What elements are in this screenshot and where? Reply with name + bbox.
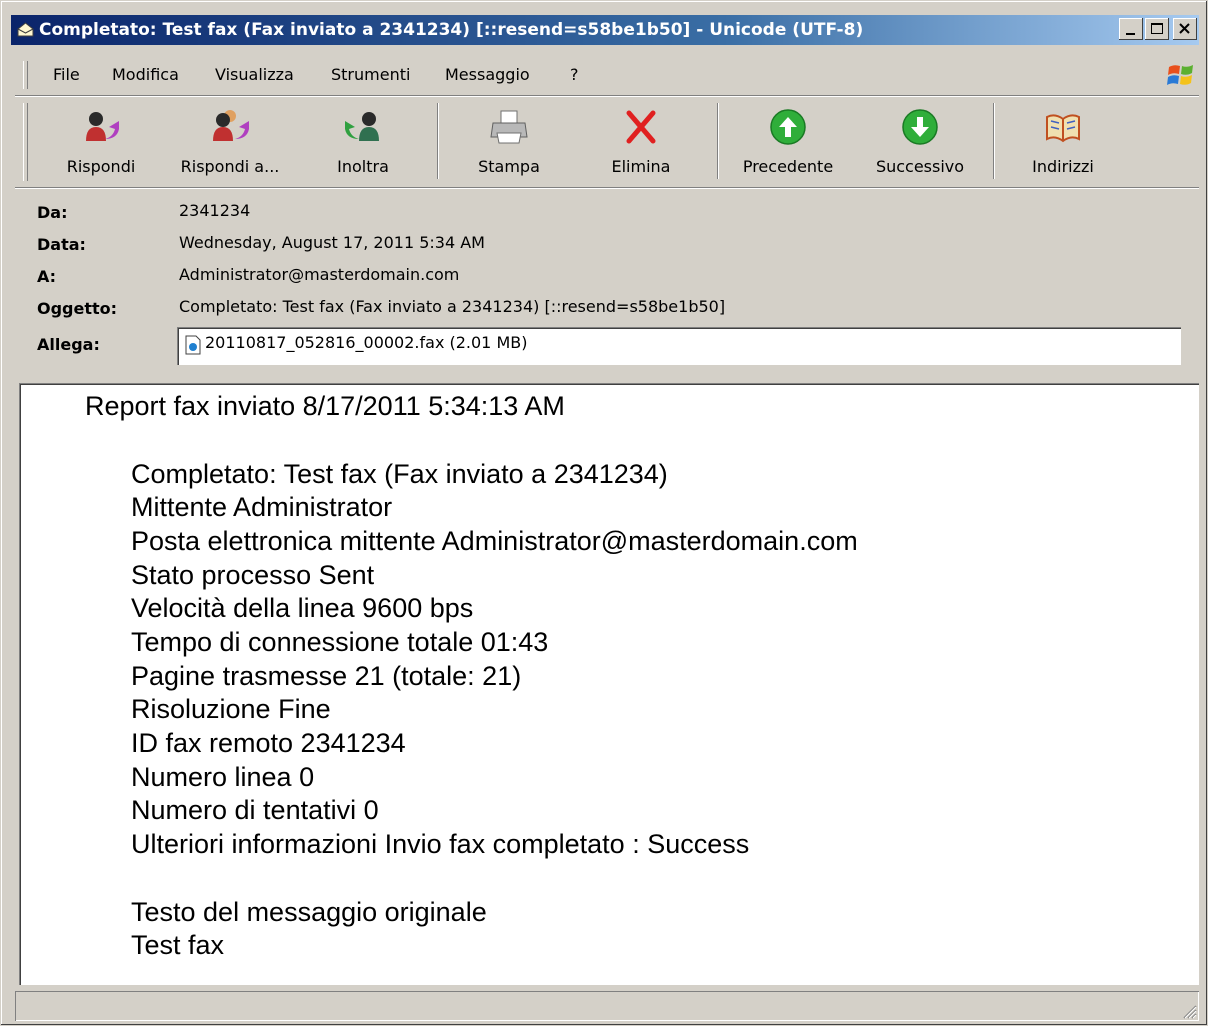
message-header: Da: 2341234 Data: Wednesday, August 17, … xyxy=(23,195,1193,375)
fax-file-icon xyxy=(185,335,201,355)
body-line: Completato: Test fax (Fax inviato a 2341… xyxy=(131,459,668,489)
delete-label: Elimina xyxy=(611,157,671,176)
address-book-icon xyxy=(1046,114,1080,143)
forward-button[interactable]: Inoltra xyxy=(313,103,413,181)
forward-icon xyxy=(345,112,379,141)
from-value: 2341234 xyxy=(179,201,251,220)
body-line: Numero linea 0 xyxy=(131,762,315,792)
attachment-filename[interactable]: 20110817_052816_00002.fax (2.01 MB) xyxy=(205,333,527,352)
to-value: Administrator@masterdomain.com xyxy=(179,265,460,284)
body-line: Mittente Administrator xyxy=(131,492,393,522)
printer-icon xyxy=(490,110,528,144)
maximize-button[interactable] xyxy=(1145,18,1169,40)
menu-file[interactable]: File xyxy=(53,65,80,84)
message-icon xyxy=(17,22,34,37)
forward-label: Inoltra xyxy=(337,157,389,176)
from-label: Da: xyxy=(37,203,68,222)
menu-strumenti[interactable]: Strumenti xyxy=(331,65,410,84)
menu-separator xyxy=(15,95,1199,97)
minimize-button[interactable] xyxy=(1119,18,1143,40)
window-title: Completato: Test fax (Fax inviato a 2341… xyxy=(39,20,864,40)
message-body[interactable]: Report fax inviato 8/17/2011 5:34:13 AM … xyxy=(19,383,1199,985)
toolbar-separator xyxy=(437,103,439,179)
reply-all-label: Rispondi a... xyxy=(180,157,280,176)
close-button[interactable] xyxy=(1173,18,1197,40)
resize-grip-icon[interactable] xyxy=(1179,1001,1197,1019)
close-icon xyxy=(1179,23,1190,34)
body-line: Numero di tentativi 0 xyxy=(131,795,379,825)
subject-label: Oggetto: xyxy=(37,299,118,318)
body-line: Stato processo Sent xyxy=(131,560,375,590)
original-message-text: Test fax xyxy=(131,930,225,960)
report-title: Report fax inviato 8/17/2011 5:34:13 AM xyxy=(85,391,565,421)
reply-button[interactable]: Rispondi xyxy=(51,103,151,181)
next-label: Successivo xyxy=(875,157,965,176)
date-label: Data: xyxy=(37,235,86,254)
body-line: ID fax remoto 2341234 xyxy=(131,728,406,758)
addresses-button[interactable]: Indirizzi xyxy=(1013,103,1113,181)
menu-visualizza[interactable]: Visualizza xyxy=(215,65,294,84)
body-line: Ulteriori informazioni Invio fax complet… xyxy=(131,829,750,859)
delete-x-icon xyxy=(626,110,656,144)
down-arrow-icon xyxy=(902,109,938,145)
next-button[interactable]: Successivo xyxy=(865,103,975,181)
body-line: Velocità della linea 9600 bps xyxy=(131,593,474,623)
toolbar: Rispondi Rispondi a... Inoltra Stampa El… xyxy=(17,99,1199,185)
subject-value: Completato: Test fax (Fax inviato a 2341… xyxy=(179,297,726,316)
addresses-label: Indirizzi xyxy=(1032,157,1094,176)
body-line: Posta elettronica mittente Administrator… xyxy=(131,526,858,556)
attach-label: Allega: xyxy=(37,335,100,354)
menu-messaggio[interactable]: Messaggio xyxy=(445,65,530,84)
print-button[interactable]: Stampa xyxy=(457,103,561,181)
toolbar-separator xyxy=(993,103,995,179)
reply-all-icon xyxy=(213,110,249,141)
previous-button[interactable]: Precedente xyxy=(733,103,843,181)
title-bar[interactable]: Completato: Test fax (Fax inviato a 2341… xyxy=(11,15,1199,45)
menu-help[interactable]: ? xyxy=(570,65,579,84)
reply-label: Rispondi xyxy=(66,157,136,176)
print-label: Stampa xyxy=(478,157,540,176)
body-line: Tempo di connessione totale 01:43 xyxy=(131,627,549,657)
date-value: Wednesday, August 17, 2011 5:34 AM xyxy=(179,233,485,252)
menu-grip[interactable] xyxy=(23,61,28,89)
maximize-icon xyxy=(1151,23,1163,34)
up-arrow-icon xyxy=(770,109,806,145)
body-line: Risoluzione Fine xyxy=(131,694,331,724)
status-bar xyxy=(15,991,1199,1021)
original-message-label: Testo del messaggio originale xyxy=(131,897,487,927)
toolbar-grip[interactable] xyxy=(23,103,28,181)
previous-label: Precedente xyxy=(742,157,834,176)
reply-all-button[interactable]: Rispondi a... xyxy=(165,103,295,181)
to-label: A: xyxy=(37,267,57,286)
delete-button[interactable]: Elimina xyxy=(591,103,691,181)
menu-modifica[interactable]: Modifica xyxy=(112,65,179,84)
message-window: Completato: Test fax (Fax inviato a 2341… xyxy=(0,0,1208,1026)
toolbar-separator-bottom xyxy=(15,187,1199,189)
reply-icon xyxy=(86,112,119,141)
body-line: Pagine trasmesse 21 (totale: 21) xyxy=(131,661,522,691)
windows-logo-icon xyxy=(1167,65,1193,85)
minimize-icon xyxy=(1126,33,1135,35)
menu-bar: File Modifica Visualizza Strumenti Messa… xyxy=(17,57,1199,93)
attachment-field[interactable]: 20110817_052816_00002.fax (2.01 MB) xyxy=(177,327,1181,365)
toolbar-separator xyxy=(717,103,719,179)
